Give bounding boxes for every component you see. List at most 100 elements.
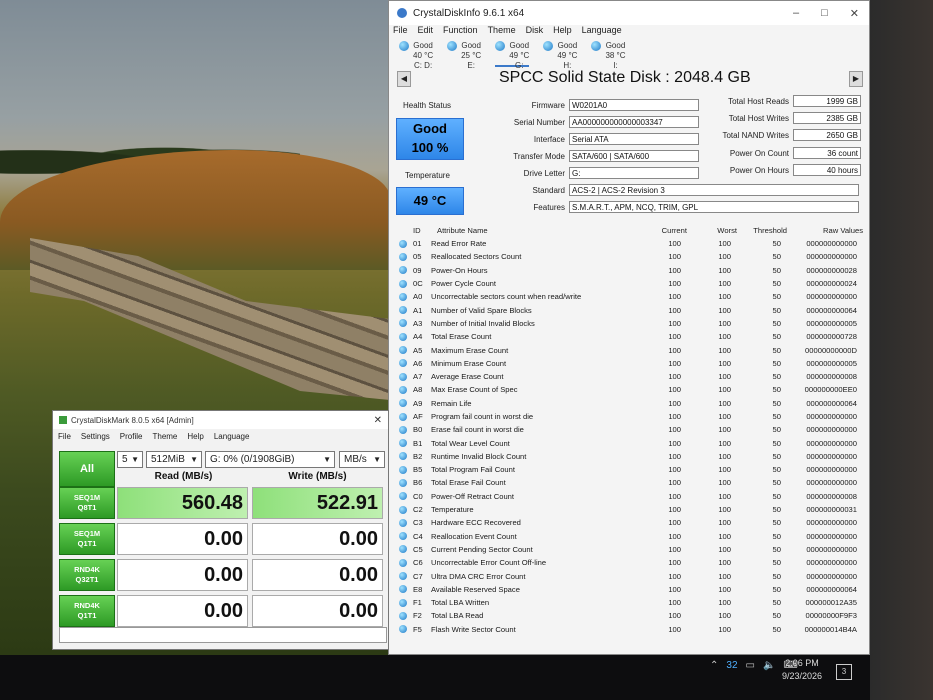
menu-profile[interactable]: Profile <box>120 432 143 441</box>
drive-button-g[interactable]: Good 49 °C G: <box>495 37 530 70</box>
menu-theme[interactable]: Theme <box>152 432 177 441</box>
table-row[interactable]: E8 Available Reserved Space 100 100 50 000000… <box>395 583 865 596</box>
cdm-titlebar[interactable]: CrystalDiskMark 8.0.5 x64 [Admin] ✕ <box>53 411 388 429</box>
comment-field[interactable] <box>59 627 387 643</box>
table-row[interactable]: A6 Minimum Erase Count 100 100 50 00000000000… <box>395 357 865 370</box>
chevron-up-icon[interactable]: ⌃ <box>710 660 718 671</box>
col-id[interactable]: ID <box>395 226 431 235</box>
table-row[interactable]: F1 Total LBA Written 100 100 50 000000012A35 <box>395 596 865 609</box>
attribute-name: Current Pending Sector Count <box>431 544 533 554</box>
test-button-seq1m-q8t1[interactable]: SEQ1M Q8T1 <box>59 487 115 519</box>
table-row[interactable]: A9 Remain Life 100 100 50 000000000064 <box>395 397 865 410</box>
table-row[interactable]: A4 Total Erase Count 100 100 50 000000000728 <box>395 330 865 343</box>
menu-language[interactable]: Language <box>214 432 250 441</box>
previous-disk-arrow-icon[interactable]: ◀ <box>397 71 411 87</box>
close-icon[interactable]: ✕ <box>850 7 859 20</box>
table-row[interactable]: B6 Total Erase Fail Count 100 100 50 00000000… <box>395 476 865 489</box>
col-attribute-name[interactable]: Attribute Name <box>431 226 637 235</box>
attribute-current: 100 <box>668 385 681 395</box>
table-row[interactable]: B5 Total Program Fail Count 100 100 50 000000… <box>395 463 865 476</box>
table-row[interactable]: A7 Average Erase Count 100 100 50 00000000000… <box>395 370 865 383</box>
table-row[interactable]: C4 Reallocation Event Count 100 100 50 000000… <box>395 530 865 543</box>
table-row[interactable]: F2 Total LBA Read 100 100 50 00000000F9F3 <box>395 609 865 622</box>
table-row[interactable]: 01 Read Error Rate 100 100 50 000000000000 <box>395 237 865 250</box>
drive-button-h[interactable]: Good 49 °C H: <box>543 37 578 70</box>
menu-help[interactable]: Help <box>187 432 203 441</box>
menu-language[interactable]: Language <box>582 25 622 37</box>
table-row[interactable]: C2 Temperature 100 100 50 000000000031 <box>395 503 865 516</box>
attribute-threshold: 50 <box>772 451 781 461</box>
drive-button-cd[interactable]: Good 40 °C C: D: <box>399 37 433 70</box>
standard-value: ACS-2 | ACS-2 Revision 3 <box>569 184 859 196</box>
cdi-titlebar[interactable]: CrystalDiskInfo 9.6.1 x64 – □ ✕ <box>389 1 869 25</box>
maximize-icon[interactable]: □ <box>821 7 828 20</box>
tray-app-number[interactable]: 32 <box>726 660 737 671</box>
health-status-icon <box>495 41 506 51</box>
menu-file[interactable]: File <box>58 432 71 441</box>
test-params: Q8T1 <box>77 503 97 512</box>
notification-icon[interactable]: 3 <box>836 664 852 680</box>
col-current[interactable]: Current <box>637 226 687 235</box>
close-icon[interactable]: ✕ <box>374 415 388 426</box>
col-threshold[interactable]: Threshold <box>737 226 787 235</box>
menu-edit[interactable]: Edit <box>418 25 434 37</box>
attribute-name: Average Erase Count <box>431 372 504 382</box>
attribute-worst: 100 <box>718 239 731 249</box>
test-count-select[interactable]: 5 ▼ <box>117 451 143 468</box>
menu-file[interactable]: File <box>393 25 408 37</box>
table-row[interactable]: C7 Ultra DMA CRC Error Count 100 100 50 00000… <box>395 569 865 582</box>
table-row[interactable]: 0C Power Cycle Count 100 100 50 000000000024 <box>395 277 865 290</box>
col-worst[interactable]: Worst <box>687 226 737 235</box>
attribute-status-icon <box>399 332 407 341</box>
drive-button-e[interactable]: Good 25 °C E: <box>447 37 481 70</box>
menu-function[interactable]: Function <box>443 25 478 37</box>
attribute-status-icon <box>399 439 407 448</box>
test-button-seq1m-q1t1[interactable]: SEQ1M Q1T1 <box>59 523 115 555</box>
speaker-icon[interactable]: 🔈 <box>763 660 775 671</box>
minimize-icon[interactable]: – <box>793 7 799 20</box>
network-icon[interactable]: ▭ <box>746 660 755 671</box>
table-row[interactable]: C5 Current Pending Sector Count 100 100 50 00… <box>395 543 865 556</box>
table-row[interactable]: A1 Number of Valid Spare Blocks 100 100 50 00… <box>395 303 865 316</box>
table-row[interactable]: A8 Max Erase Count of Spec 100 100 50 0000000… <box>395 383 865 396</box>
taskbar-clock[interactable]: 2:06 PM 9/23/2026 <box>782 657 822 683</box>
next-disk-arrow-icon[interactable]: ▶ <box>849 71 863 87</box>
health-status-badge[interactable]: Good 100 % <box>396 118 464 160</box>
table-row[interactable]: B2 Runtime Invalid Block Count 100 100 50 000… <box>395 450 865 463</box>
table-row[interactable]: A5 Maximum Erase Count 100 100 50 00000000000… <box>395 343 865 356</box>
table-row[interactable]: 09 Power-On Hours 100 100 50 000000000028 <box>395 264 865 277</box>
unit-select[interactable]: MB/s ▼ <box>339 451 385 468</box>
table-row[interactable]: C6 Uncorrectable Error Count Off-line 100 1… <box>395 556 865 569</box>
table-row[interactable]: A3 Number of Initial Invalid Blocks 100 100… <box>395 317 865 330</box>
table-row[interactable]: F5 Flash Write Sector Count 100 100 50 000000… <box>395 623 865 636</box>
table-row[interactable]: C3 Hardware ECC Recovered 100 100 50 00000000… <box>395 516 865 529</box>
table-row[interactable]: 05 Reallocated Sectors Count 100 100 50 00000… <box>395 250 865 263</box>
col-raw-values[interactable]: Raw Values <box>787 226 863 235</box>
table-row[interactable]: A0 Uncorrectable sectors count when read/… <box>395 290 865 303</box>
table-row[interactable]: B1 Total Wear Level Count 100 100 50 00000000… <box>395 436 865 449</box>
total-nand-writes-value: 2650 GB <box>793 129 861 141</box>
table-row[interactable]: AF Program fail count in worst die 100 100 5… <box>395 410 865 423</box>
all-button[interactable]: All <box>59 451 115 487</box>
test-size-select[interactable]: 512MiB ▼ <box>146 451 202 468</box>
menu-theme[interactable]: Theme <box>488 25 516 37</box>
drive-select[interactable]: G: 0% (0/1908GiB) ▼ <box>205 451 335 468</box>
attribute-raw-value: 000000000005 <box>806 318 857 328</box>
menu-help[interactable]: Help <box>553 25 572 37</box>
read-result: 0.00 <box>117 523 248 555</box>
interface-label: Interface <box>533 135 565 144</box>
test-button-rnd4k-q32t1[interactable]: RND4K Q32T1 <box>59 559 115 591</box>
drive-temp: 49 °C <box>557 51 578 60</box>
table-row[interactable]: B0 Erase fail count in worst die 100 100 50 0… <box>395 423 865 436</box>
test-button-rnd4k-q1t1[interactable]: RND4K Q1T1 <box>59 595 115 627</box>
drive-button-i[interactable]: Good 38 °C I: <box>591 37 626 70</box>
total-host-reads-label: Total Host Reads <box>728 97 789 106</box>
attribute-raw-value: 000000000000 <box>806 451 857 461</box>
temperature-badge[interactable]: 49 °C <box>396 187 464 215</box>
attribute-name: Total Program Fail Count <box>431 465 515 475</box>
menu-settings[interactable]: Settings <box>81 432 110 441</box>
attribute-worst: 100 <box>718 624 731 634</box>
menu-disk[interactable]: Disk <box>526 25 544 37</box>
table-row[interactable]: C0 Power-Off Retract Count 100 100 50 0000000… <box>395 490 865 503</box>
drive-letter-label: Drive Letter <box>523 169 565 178</box>
